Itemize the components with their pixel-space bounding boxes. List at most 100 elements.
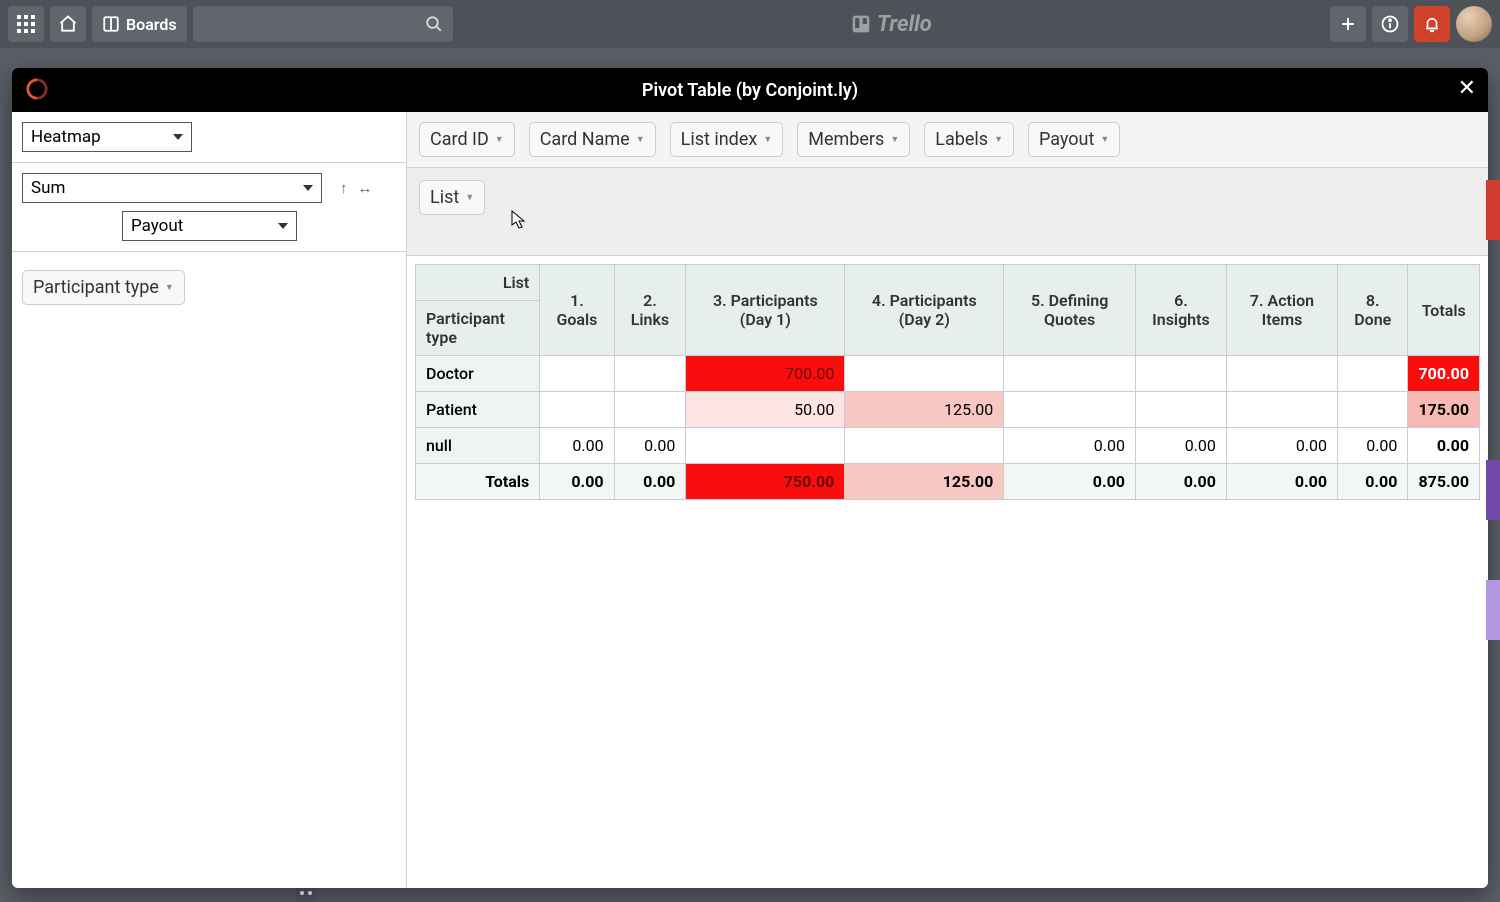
swap-axes-button[interactable]: ↔	[358, 179, 373, 197]
value-field-select[interactable]: Payout	[122, 211, 297, 241]
unused-field-pill[interactable]: Card ID ▼	[419, 122, 515, 157]
renderer-value: Heatmap	[31, 127, 101, 147]
pivot-main: Card ID▼Card Name▼List index▼Members▼Lab…	[407, 112, 1488, 888]
data-cell	[1338, 356, 1408, 392]
column-header[interactable]: 6. Insights	[1135, 265, 1226, 356]
modal-header: Pivot Table (by Conjoint.ly) ✕	[12, 68, 1488, 112]
column-total-cell: 0.00	[1338, 464, 1408, 500]
trello-top-bar: Boards Trello	[0, 0, 1500, 48]
field-pill-label: Card ID	[430, 129, 489, 150]
row-total-cell: 700.00	[1408, 356, 1480, 392]
row-label[interactable]: null	[416, 428, 540, 464]
dropdown-triangle-icon: ▼	[763, 134, 772, 145]
row-label[interactable]: Patient	[416, 392, 540, 428]
column-total-cell: 0.00	[1135, 464, 1226, 500]
chevron-down-icon	[303, 185, 313, 191]
board-background-peek	[1486, 180, 1500, 700]
field-pill-label: Payout	[1039, 129, 1094, 150]
column-field-label: List	[430, 187, 459, 208]
column-axis-zone[interactable]: List ▼	[407, 168, 1488, 256]
data-cell: 0.00	[1226, 428, 1337, 464]
mouse-cursor-icon	[511, 210, 527, 230]
data-cell: 0.00	[614, 428, 686, 464]
data-cell	[1338, 392, 1408, 428]
modal-title: Pivot Table (by Conjoint.ly)	[642, 80, 858, 101]
data-cell	[614, 392, 686, 428]
column-header[interactable]: 8. Done	[1338, 265, 1408, 356]
column-total-cell: 0.00	[614, 464, 686, 500]
data-cell	[1135, 392, 1226, 428]
data-cell	[845, 356, 1004, 392]
row-total-cell: 175.00	[1408, 392, 1480, 428]
chevron-down-icon	[278, 223, 288, 229]
col-axis-label: List	[416, 265, 540, 301]
column-header[interactable]: 4. Participants (Day 2)	[845, 265, 1004, 356]
conjointly-logo-icon	[26, 78, 48, 100]
renderer-select[interactable]: Heatmap	[22, 122, 192, 152]
grand-total-cell: 875.00	[1408, 464, 1480, 500]
dropdown-triangle-icon: ▼	[495, 134, 504, 145]
data-cell	[686, 428, 845, 464]
totals-row: Totals0.000.00750.00125.000.000.000.000.…	[416, 464, 1480, 500]
home-button[interactable]	[50, 6, 86, 42]
column-header[interactable]: 1. Goals	[540, 265, 614, 356]
data-cell: 700.00	[686, 356, 845, 392]
unused-fields-bar: Card ID▼Card Name▼List index▼Members▼Lab…	[407, 112, 1488, 168]
create-button[interactable]	[1330, 6, 1366, 42]
column-header[interactable]: 2. Links	[614, 265, 686, 356]
column-field-pill[interactable]: List ▼	[419, 180, 485, 215]
column-header[interactable]: 3. Participants (Day 1)	[686, 265, 845, 356]
search-bar[interactable]	[193, 6, 453, 42]
data-cell: 0.00	[1135, 428, 1226, 464]
data-cell	[845, 428, 1004, 464]
dropdown-triangle-icon: ▼	[636, 134, 645, 145]
column-total-cell: 0.00	[1004, 464, 1136, 500]
dropdown-triangle-icon: ▼	[994, 134, 1003, 145]
aggregator-select[interactable]: Sum	[22, 173, 322, 203]
data-cell	[540, 356, 614, 392]
trello-logo[interactable]: Trello	[851, 12, 932, 37]
data-cell	[1226, 356, 1337, 392]
chevron-down-icon	[173, 134, 183, 140]
totals-header: Totals	[1408, 265, 1480, 356]
column-header[interactable]: 7. Action Items	[1226, 265, 1337, 356]
totals-row-label: Totals	[416, 464, 540, 500]
row-axis-label: Participant type	[416, 301, 540, 356]
field-pill-label: Labels	[935, 129, 988, 150]
dropdown-triangle-icon: ▼	[1100, 134, 1109, 145]
boards-button[interactable]: Boards	[92, 6, 187, 42]
data-cell	[1004, 356, 1136, 392]
unused-field-pill[interactable]: Card Name▼	[529, 122, 656, 157]
column-total-cell: 750.00	[686, 464, 845, 500]
table-row: Doctor 700.00 700.00	[416, 356, 1480, 392]
data-cell: 50.00	[686, 392, 845, 428]
unused-field-pill[interactable]: Members ▼	[797, 122, 910, 157]
unused-field-pill[interactable]: Payout ▼	[1028, 122, 1120, 157]
aggregator-value: Sum	[31, 178, 65, 198]
row-field-label: Participant type	[33, 277, 159, 298]
dropdown-triangle-icon: ▼	[165, 282, 174, 293]
notifications-button[interactable]	[1414, 6, 1450, 42]
modal-close-button[interactable]: ✕	[1458, 76, 1476, 101]
apps-menu-button[interactable]	[8, 6, 44, 42]
row-total-cell: 0.00	[1408, 428, 1480, 464]
field-pill-label: Members	[808, 129, 884, 150]
dropdown-triangle-icon: ▼	[890, 134, 899, 145]
unused-field-pill[interactable]: List index▼	[670, 122, 784, 157]
unused-field-pill[interactable]: Labels ▼	[924, 122, 1014, 157]
table-row: null0.000.000.000.000.000.000.00	[416, 428, 1480, 464]
row-label[interactable]: Doctor	[416, 356, 540, 392]
info-button[interactable]	[1372, 6, 1408, 42]
column-header[interactable]: 5. Defining Quotes	[1004, 265, 1136, 356]
pivot-table: List1. Goals2. Links3. Participants (Day…	[415, 264, 1480, 500]
column-total-cell: 0.00	[540, 464, 614, 500]
table-row: Patient 50.00125.00 175.00	[416, 392, 1480, 428]
data-cell: 0.00	[1004, 428, 1136, 464]
data-cell: 0.00	[540, 428, 614, 464]
row-field-pill[interactable]: Participant type ▼	[22, 270, 185, 305]
data-cell: 125.00	[845, 392, 1004, 428]
user-avatar[interactable]	[1456, 6, 1492, 42]
column-total-cell: 0.00	[1226, 464, 1337, 500]
column-total-cell: 125.00	[845, 464, 1004, 500]
sort-direction-button[interactable]: ↑	[340, 179, 348, 197]
